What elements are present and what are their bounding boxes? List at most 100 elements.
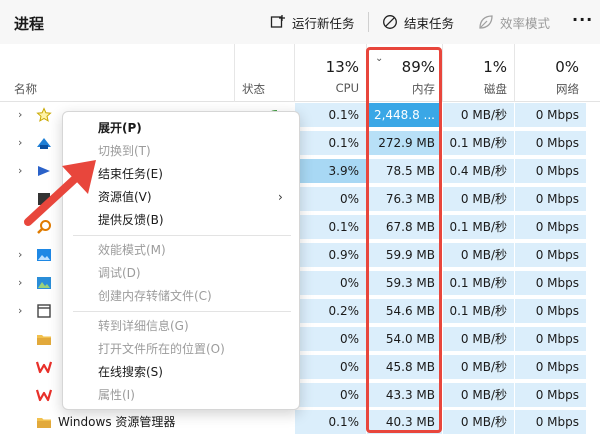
menu-divider bbox=[73, 311, 291, 312]
memory-cell: 54.0 MB bbox=[366, 327, 442, 351]
disk-cell: 0 MB/秒 bbox=[442, 410, 514, 434]
submenu-chevron-icon: › bbox=[278, 190, 283, 204]
window-app-icon bbox=[37, 304, 51, 318]
disk-cell: 0 MB/秒 bbox=[442, 103, 514, 127]
memory-header-label: 内存 bbox=[412, 82, 435, 96]
page-title: 进程 bbox=[14, 15, 45, 33]
efficiency-mode-button[interactable]: 效率模式 bbox=[478, 12, 550, 32]
disk-cell: 0.1 MB/秒 bbox=[442, 131, 514, 155]
app-icon bbox=[37, 138, 51, 149]
wps-icon bbox=[36, 389, 52, 402]
process-name: Windows 资源管理器 bbox=[58, 415, 176, 429]
disk-cell: 0.1 MB/秒 bbox=[442, 215, 514, 239]
column-header-name[interactable]: 名称 bbox=[14, 81, 37, 97]
menu-divider bbox=[73, 235, 291, 236]
disk-header-label: 磁盘 bbox=[484, 82, 507, 96]
memory-total-percent: 89% bbox=[401, 58, 435, 76]
memory-cell: 45.8 MB bbox=[366, 355, 442, 379]
menu-item-properties[interactable]: 属性(I) bbox=[98, 385, 135, 405]
memory-cell: 272.9 MB bbox=[366, 131, 442, 155]
memory-cell: 59.9 MB bbox=[366, 243, 442, 267]
cpu-cell: 0.1% bbox=[294, 215, 366, 239]
disk-cell: 0 MB/秒 bbox=[442, 383, 514, 407]
column-header-memory[interactable]: ⌄ 89% 内存 bbox=[366, 44, 442, 102]
menu-item-go-to-details[interactable]: 转到详细信息(G) bbox=[98, 316, 189, 336]
disk-total-percent: 1% bbox=[483, 58, 507, 76]
context-menu: 展开(P) 切换到(T) 结束任务(E) 资源值(V) › 提供反馈(B) 效能… bbox=[62, 111, 300, 410]
memory-cell: 43.3 MB bbox=[366, 383, 442, 407]
column-header-disk[interactable]: 1% 磁盘 bbox=[442, 44, 514, 102]
cpu-cell: 0% bbox=[294, 383, 366, 407]
run-new-task-button[interactable]: 运行新任务 bbox=[270, 12, 355, 32]
cpu-cell: 0.1% bbox=[294, 103, 366, 127]
expand-chevron-icon[interactable]: › bbox=[18, 271, 22, 295]
cpu-cell: 0.9% bbox=[294, 243, 366, 267]
network-cell: 0 Mbps bbox=[514, 410, 586, 434]
expand-chevron-icon[interactable]: › bbox=[18, 131, 22, 155]
column-header-row: 名称 状态 13% CPU ⌄ 89% 内存 1% 磁盘 0% 网络 bbox=[0, 44, 600, 102]
expand-chevron-icon[interactable]: › bbox=[18, 243, 22, 267]
column-header-network[interactable]: 0% 网络 bbox=[514, 44, 586, 102]
toolbar-divider bbox=[368, 12, 369, 32]
disk-cell: 0 MB/秒 bbox=[442, 243, 514, 267]
menu-item-feedback[interactable]: 提供反馈(B) bbox=[98, 210, 164, 230]
efficiency-mode-label: 效率模式 bbox=[500, 15, 551, 31]
disk-cell: 0.1 MB/秒 bbox=[442, 299, 514, 323]
menu-item-switch-to[interactable]: 切换到(T) bbox=[98, 141, 151, 161]
expand-chevron-icon[interactable]: › bbox=[18, 103, 22, 127]
leaf-icon bbox=[479, 15, 493, 29]
toolbar: 进程 运行新任务 结束任务 效率模式 ··· bbox=[0, 0, 600, 44]
menu-item-resource-values[interactable]: 资源值(V) bbox=[98, 187, 152, 207]
column-header-status[interactable]: 状态 bbox=[234, 44, 294, 102]
menu-item-debug[interactable]: 调试(D) bbox=[98, 263, 141, 283]
cpu-cell: 0.1% bbox=[294, 131, 366, 155]
disk-cell: 0 MB/秒 bbox=[442, 355, 514, 379]
table-row[interactable]: Windows 资源管理器 0.1% 40.3 MB 0 MB/秒 0 Mbps bbox=[0, 410, 600, 434]
network-cell: 0 Mbps bbox=[514, 131, 586, 155]
cpu-cell: 0.1% bbox=[294, 410, 366, 434]
memory-cell: 76.3 MB bbox=[366, 187, 442, 211]
cpu-cell: 0% bbox=[294, 327, 366, 351]
folder-icon bbox=[37, 335, 51, 345]
end-task-label: 结束任务 bbox=[404, 15, 455, 31]
star-icon bbox=[36, 107, 52, 122]
network-cell: 0 Mbps bbox=[514, 383, 586, 407]
network-cell: 0 Mbps bbox=[514, 299, 586, 323]
end-task-button[interactable]: 结束任务 bbox=[382, 12, 454, 32]
network-cell: 0 Mbps bbox=[514, 103, 586, 127]
network-cell: 0 Mbps bbox=[514, 271, 586, 295]
menu-item-expand[interactable]: 展开(P) bbox=[98, 118, 142, 138]
cpu-cell: 0% bbox=[294, 355, 366, 379]
menu-item-open-file-location[interactable]: 打开文件所在的位置(O) bbox=[98, 339, 225, 359]
cpu-cell: 3.9% bbox=[294, 159, 366, 183]
more-options-button[interactable]: ··· bbox=[572, 10, 593, 29]
expand-chevron-icon[interactable]: › bbox=[18, 299, 22, 323]
menu-item-search-online[interactable]: 在线搜索(S) bbox=[98, 362, 163, 382]
menu-item-efficiency-mode[interactable]: 效能模式(M) bbox=[98, 240, 166, 260]
cpu-cell: 0% bbox=[294, 271, 366, 295]
disk-cell: 0.4 MB/秒 bbox=[442, 159, 514, 183]
network-total-percent: 0% bbox=[555, 58, 579, 76]
cpu-header-label: CPU bbox=[335, 81, 359, 95]
network-cell: 0 Mbps bbox=[514, 159, 586, 183]
run-task-icon bbox=[270, 15, 285, 28]
network-cell: 0 Mbps bbox=[514, 215, 586, 239]
memory-cell: 59.3 MB bbox=[366, 271, 442, 295]
network-cell: 0 Mbps bbox=[514, 327, 586, 351]
menu-item-create-dump[interactable]: 创建内存转储文件(C) bbox=[98, 286, 212, 306]
run-new-task-label: 运行新任务 bbox=[292, 15, 355, 31]
end-task-icon bbox=[383, 15, 397, 29]
cpu-total-percent: 13% bbox=[325, 58, 359, 76]
cpu-cell: 0% bbox=[294, 187, 366, 211]
image-app-icon bbox=[37, 249, 51, 261]
column-header-cpu[interactable]: 13% CPU bbox=[294, 44, 366, 102]
menu-item-end-task[interactable]: 结束任务(E) bbox=[98, 164, 163, 184]
wps-icon bbox=[36, 361, 52, 374]
cpu-cell: 0.2% bbox=[294, 299, 366, 323]
memory-cell: 67.8 MB bbox=[366, 215, 442, 239]
network-cell: 0 Mbps bbox=[514, 355, 586, 379]
disk-cell: 0 MB/秒 bbox=[442, 327, 514, 351]
network-header-label: 网络 bbox=[556, 82, 579, 96]
memory-cell: 2,448.8 ... bbox=[366, 103, 442, 127]
sort-descending-icon: ⌄ bbox=[375, 53, 384, 64]
